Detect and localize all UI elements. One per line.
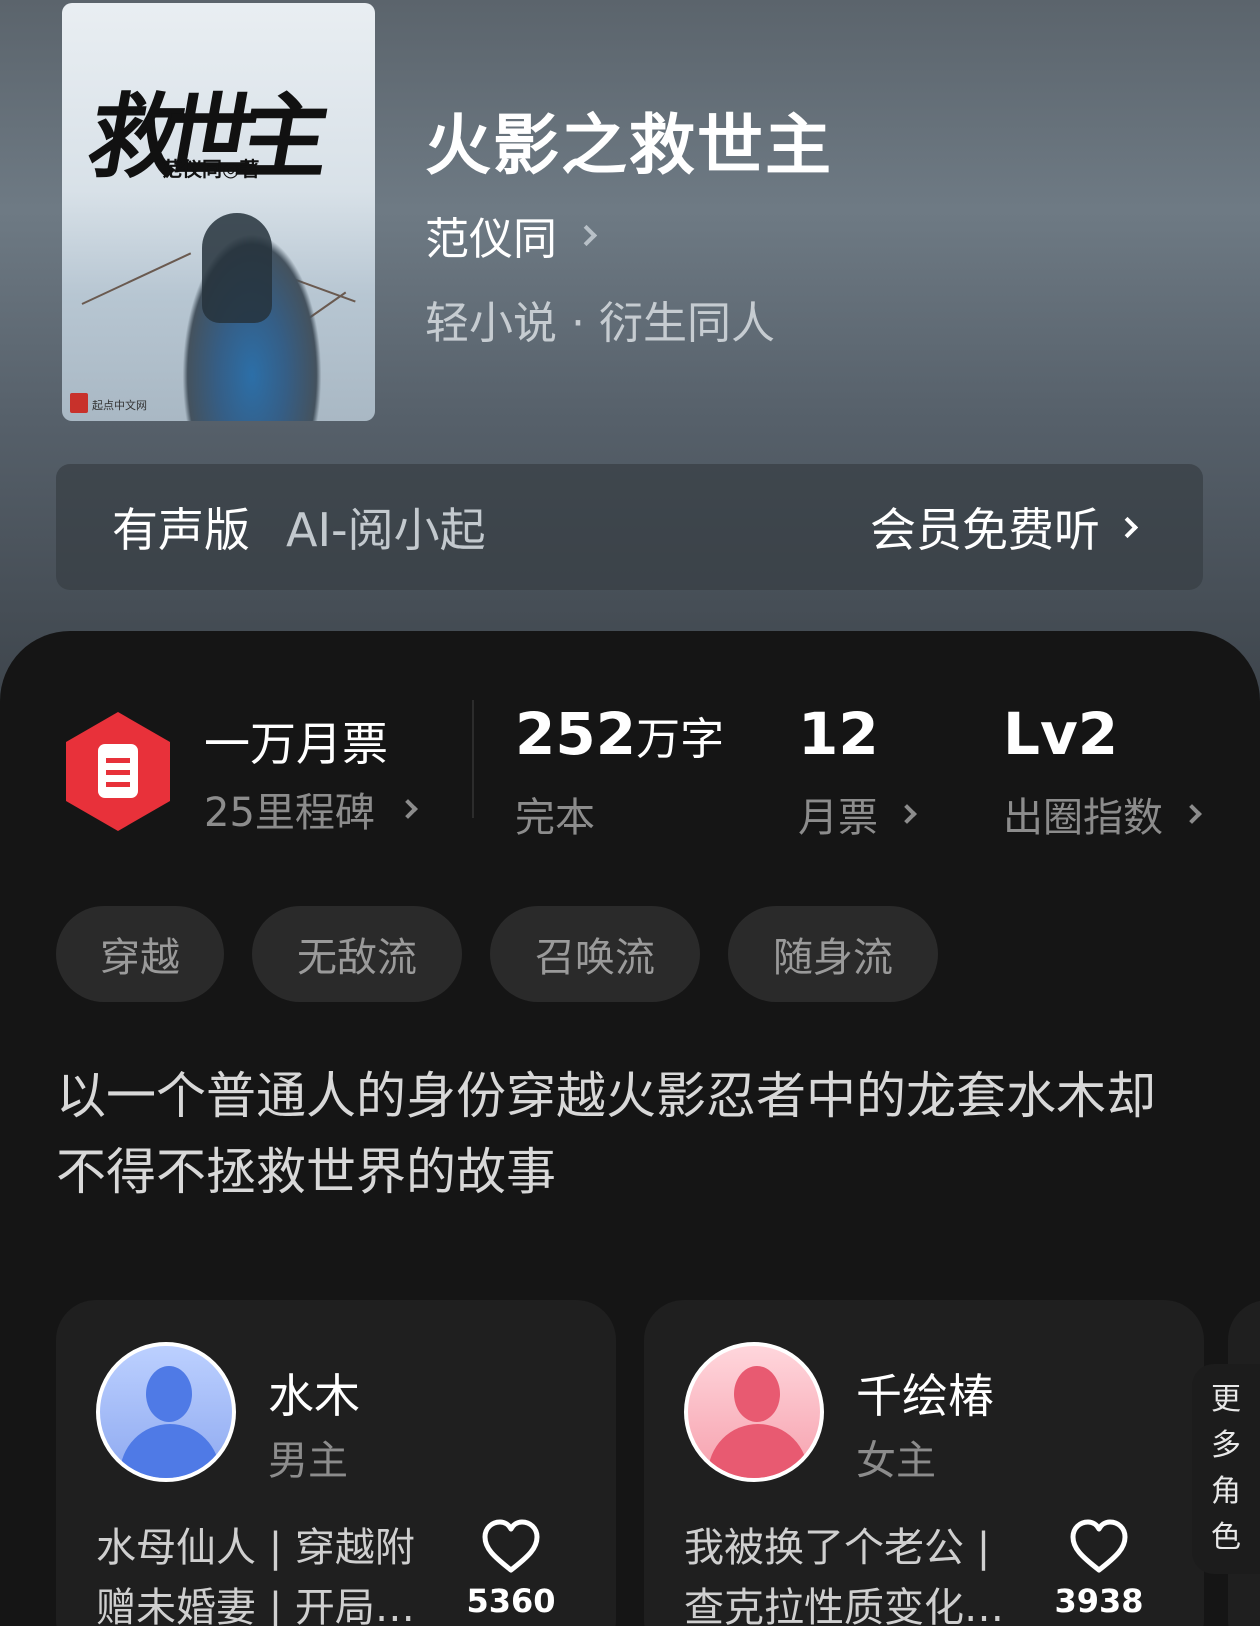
word-count-stat: 252万字 [515,700,724,768]
character-card[interactable]: 千绘椿 女主 我被换了个老公 | 查克拉性质变化… 3938 [644,1300,1204,1626]
character-name: 千绘椿 [856,1369,994,1423]
audio-narrator: AI-阅小起 [286,503,486,557]
audio-edition-label: 有声版 [112,503,250,557]
chevron-right-icon [398,799,418,819]
completion-status-label: 完本 [515,795,595,841]
character-name: 水木 [268,1369,360,1423]
avatar [684,1342,824,1482]
tag-chip[interactable]: 穿越 [56,906,224,1002]
avatar-head [734,1366,780,1422]
book-title: 火影之救世主 [425,106,833,184]
monthly-votes-value: 12 [798,700,879,768]
word-count-unit: 万字 [636,714,725,765]
chevron-right-icon [897,804,917,824]
heart-icon[interactable] [1069,1518,1129,1578]
cover-figure-hair [202,213,272,323]
author-name: 范仪同 [425,214,557,265]
avatar [96,1342,236,1482]
more-roles-char: 更 [1211,1382,1241,1417]
tag-chip[interactable]: 无敌流 [252,906,462,1002]
tag-chip[interactable]: 随身流 [728,906,938,1002]
popularity-index-link[interactable]: 出圈指数 [1003,785,1202,843]
author-link[interactable]: 范仪同 [425,203,598,267]
chevron-right-icon [1182,804,1202,824]
heart-icon[interactable] [481,1518,541,1578]
monthly-ticket-icon [66,712,170,831]
book-genre: 轻小说 · 衍生同人 [425,298,775,349]
popularity-index-value: Lv2 [1003,700,1119,768]
book-cover[interactable]: 救世主 范仪同◎著 起点中文网 [62,3,375,421]
more-roles-char: 色 [1211,1520,1241,1555]
monthly-votes-label: 月票 [798,795,878,841]
cover-author-credit: 范仪同◎著 [162,157,260,181]
audio-edition-bar[interactable]: 有声版 AI-阅小起 会员免费听 [56,464,1203,590]
ticket-milestone-subtitle: 25里程碑 [204,790,375,836]
character-description: 水母仙人 | 穿越附赠未婚妻 | 开局… [96,1525,415,1626]
character-role: 女主 [856,1438,936,1484]
character-card[interactable]: 水木 男主 水母仙人 | 穿越附赠未婚妻 | 开局… 5360 [56,1300,616,1626]
avatar-body [708,1424,808,1478]
character-role: 男主 [268,1438,348,1484]
stats-divider [472,700,474,818]
tag-list: 穿越 无敌流 召唤流 随身流 [56,906,938,1002]
member-free-listen-link[interactable]: 会员免费听 [870,494,1139,560]
more-roles-char: 多 [1211,1428,1241,1463]
cover-branch [81,252,192,305]
more-roles-button[interactable]: 更 多 角 色 [1192,1364,1260,1574]
publisher-logo [70,393,88,413]
completion-status: 完本 [515,785,595,843]
book-synopsis[interactable]: 以一个普通人的身份穿越火影忍者中的龙套水木却不得不拯救世界的故事 [56,1058,1186,1210]
publisher-mark: 起点中文网 [92,399,147,412]
like-count: 3938 [1054,1582,1144,1620]
chevron-right-icon [1116,516,1139,538]
character-description: 我被换了个老公 | 查克拉性质变化… [684,1525,1004,1626]
chevron-right-icon [575,224,598,246]
more-roles-char: 角 [1211,1474,1241,1509]
popularity-index-label: 出圈指数 [1003,795,1163,841]
ticket-milestone-link[interactable]: 25里程碑 [204,780,418,838]
avatar-body [120,1424,220,1478]
monthly-votes-link[interactable]: 月票 [798,785,917,843]
word-count-value: 252 [515,700,637,768]
ticket-milestone-title: 一万月票 [204,717,388,771]
like-count: 5360 [466,1582,556,1620]
avatar-head [146,1366,192,1422]
member-free-listen-label: 会员免费听 [870,503,1100,557]
tag-chip[interactable]: 召唤流 [490,906,700,1002]
